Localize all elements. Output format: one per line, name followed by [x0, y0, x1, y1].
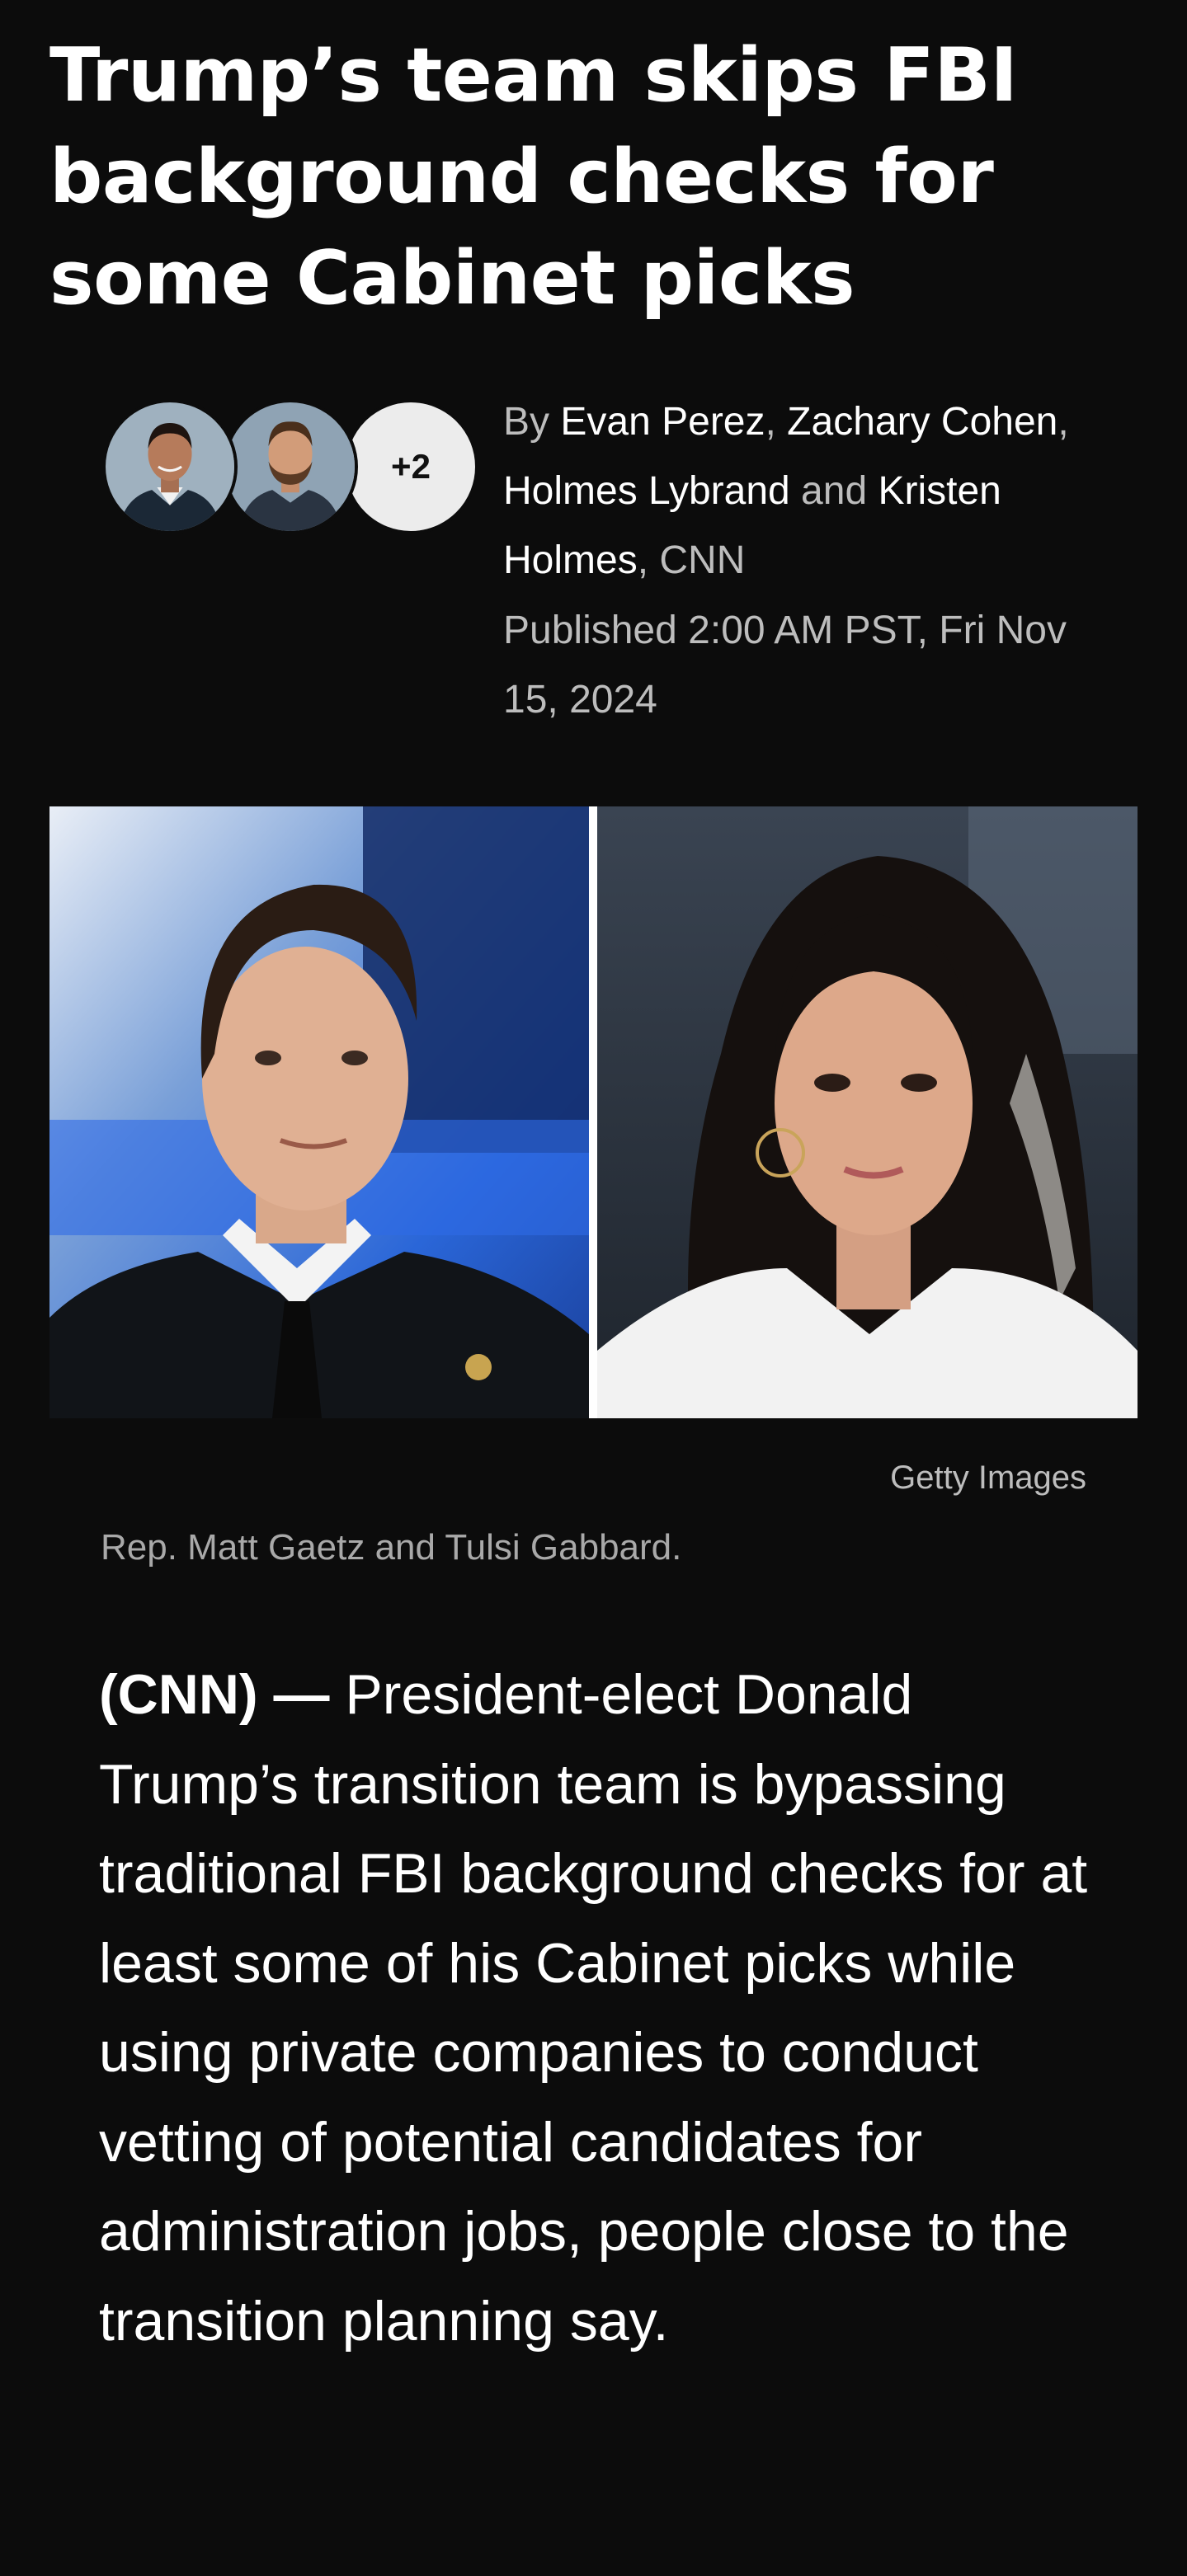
author-link[interactable]: Evan Perez [560, 400, 765, 444]
article-body-text: President-elect Donald Trump’s transitio… [99, 1663, 1088, 2353]
author-avatars[interactable]: +2 [102, 399, 478, 538]
article-paragraph: (CNN) — President-elect Donald Trump’s t… [99, 1650, 1105, 2366]
author-link[interactable]: Holmes Lybrand [503, 469, 790, 513]
byline-separator: , [1057, 400, 1069, 444]
image-credit: Getty Images [890, 1460, 1086, 1496]
article-dateline: (CNN) — [99, 1663, 330, 1726]
author-link[interactable]: Zachary Cohen [787, 400, 1057, 444]
published-timestamp: Published 2:00 AM PST, Fri Nov 15, 2024 [503, 609, 1067, 722]
author-avatar-zachary-cohen[interactable] [223, 399, 358, 534]
matt-gaetz-photo [49, 806, 589, 1418]
image-caption: Rep. Matt Gaetz and Tulsi Gabbard. [101, 1527, 682, 1568]
author-avatar-evan-perez[interactable] [102, 399, 238, 534]
byline-separator: and [789, 469, 878, 513]
byline-prefix: By [503, 400, 550, 444]
byline: By Evan Perez, Zachary Cohen, Holmes Lyb… [503, 388, 1130, 595]
tulsi-gabbard-photo [597, 806, 1138, 1418]
article-headline: Trump’s team skips FBI background checks… [49, 32, 1018, 322]
hero-photo-left [49, 806, 589, 1418]
author-photo [106, 402, 234, 531]
byline-separator: , [765, 400, 788, 444]
author-photo [226, 402, 355, 531]
hero-image[interactable] [49, 806, 1138, 1418]
byline-outlet: , CNN [637, 538, 746, 582]
more-authors-badge[interactable]: +2 [343, 399, 478, 534]
hero-photo-right [597, 806, 1138, 1418]
